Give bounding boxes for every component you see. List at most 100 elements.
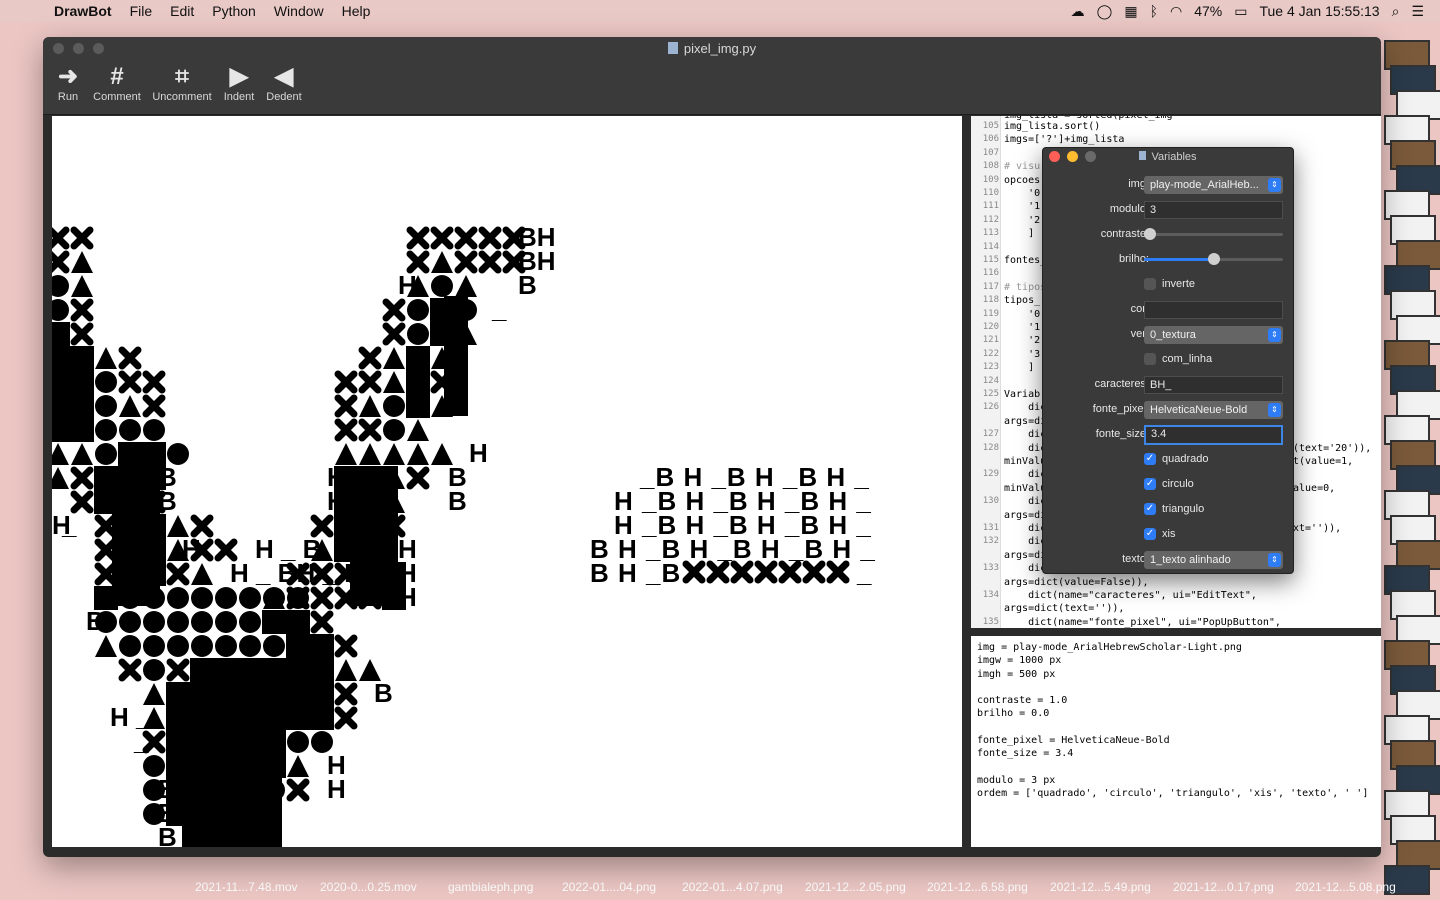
menu-edit[interactable]: Edit bbox=[170, 3, 194, 19]
code-line: # visu bbox=[1004, 161, 1041, 173]
checkbox-box[interactable]: ✓ bbox=[1144, 528, 1156, 540]
code-line: dic bbox=[1004, 563, 1047, 575]
pixel-square bbox=[286, 634, 310, 658]
desktop-file-label[interactable]: 2021-12...5.49.png bbox=[1050, 880, 1151, 894]
uncomment-button[interactable]: ⌗ Uncomment bbox=[149, 63, 215, 103]
pixel-xis bbox=[70, 322, 94, 346]
code-line: tipos_ bbox=[1004, 295, 1041, 307]
code-line: dic bbox=[1004, 469, 1047, 481]
slider-knob[interactable] bbox=[1207, 253, 1220, 265]
cor-field[interactable] bbox=[1144, 301, 1283, 319]
wifi-icon[interactable]: ◠ bbox=[1170, 3, 1182, 20]
menu-window[interactable]: Window bbox=[274, 3, 324, 19]
line-number: 131 bbox=[982, 523, 999, 533]
pixel-circle bbox=[119, 419, 141, 441]
com-linha-checkbox[interactable]: com_linha bbox=[1144, 351, 1212, 367]
pixel-xis bbox=[70, 490, 94, 514]
checkbox-box[interactable]: ✓ bbox=[1144, 453, 1156, 465]
circle-status-icon[interactable]: ◯ bbox=[1097, 3, 1113, 20]
contraste-slider[interactable] bbox=[1144, 225, 1283, 243]
indent-button[interactable]: ▶ Indent bbox=[219, 63, 259, 103]
desktop-file-label[interactable]: gambialeph.png bbox=[448, 880, 533, 894]
horizontal-split-divider[interactable] bbox=[971, 628, 1381, 636]
texto-popup[interactable]: 1_texto alinhado ⇕ bbox=[1144, 551, 1283, 569]
checkbox-box[interactable]: ✓ bbox=[1144, 503, 1156, 515]
pixel-xis bbox=[70, 298, 94, 322]
checkbox-box[interactable] bbox=[1144, 353, 1156, 365]
pixel-circle bbox=[407, 299, 429, 321]
pixel-text: H bbox=[327, 774, 346, 804]
code-line: dict(name="fonte_pixel", ui="PopUpButton… bbox=[1004, 616, 1281, 628]
brilho-slider[interactable] bbox=[1144, 250, 1283, 268]
spotlight-search-icon[interactable]: ⌕ bbox=[1392, 3, 1400, 20]
creative-cloud-icon[interactable]: ☁ bbox=[1071, 3, 1085, 20]
pixel-square bbox=[166, 682, 190, 706]
window-titlebar[interactable]: pixel_img.py ➜ Run # Comment ⌗ Uncomment… bbox=[43, 37, 1381, 115]
pixel-square bbox=[310, 658, 334, 682]
comment-button[interactable]: # Comment bbox=[89, 63, 145, 103]
slider-track bbox=[1144, 233, 1283, 236]
circulo-checkbox[interactable]: ✓ circulo bbox=[1144, 476, 1194, 492]
desktop-file-label[interactable]: 2022-01...4.07.png bbox=[682, 880, 783, 894]
pixel-triangle bbox=[335, 659, 357, 681]
desktop-file-label[interactable]: 2021-12...5.08.png bbox=[1295, 880, 1396, 894]
output-console[interactable]: img = play-mode_ArialHebrewScholar-Light… bbox=[971, 636, 1381, 847]
pixel-square bbox=[286, 658, 310, 682]
modulo-field[interactable]: 3 bbox=[1144, 201, 1283, 219]
calendar-status-icon[interactable]: ▦ bbox=[1124, 3, 1137, 20]
battery-icon[interactable]: ▭ bbox=[1234, 3, 1247, 20]
pixel-xis bbox=[454, 250, 478, 274]
inverte-checkbox[interactable]: inverte bbox=[1144, 276, 1195, 292]
checkbox-box[interactable]: ✓ bbox=[1144, 478, 1156, 490]
caracteres-field[interactable]: BH_ bbox=[1144, 376, 1283, 394]
img-popup[interactable]: play-mode_ArialHeb... ⇕ bbox=[1144, 176, 1283, 194]
fonte-size-field[interactable]: 3.4 bbox=[1144, 425, 1283, 445]
pixel-square bbox=[190, 682, 214, 706]
xis-checkbox[interactable]: ✓ xis bbox=[1144, 526, 1175, 542]
menu-help[interactable]: Help bbox=[342, 3, 371, 19]
texto-popup-value: 1_texto alinhado bbox=[1150, 554, 1231, 566]
pixel-xis bbox=[358, 418, 382, 442]
menu-app-name[interactable]: DrawBot bbox=[54, 3, 112, 19]
pixel-text: B bbox=[86, 606, 105, 636]
pixel-triangle bbox=[431, 251, 453, 273]
uncomment-hash-icon: ⌗ bbox=[175, 63, 189, 90]
menubar-clock[interactable]: Tue 4 Jan 15:55:13 bbox=[1259, 3, 1379, 19]
ver-popup[interactable]: 0_textura ⇕ bbox=[1144, 326, 1283, 344]
vertical-split-divider[interactable] bbox=[962, 116, 971, 847]
dedent-button[interactable]: ◀ Dedent bbox=[263, 63, 305, 103]
bluetooth-icon[interactable]: ᛒ bbox=[1150, 3, 1158, 19]
pixel-square bbox=[182, 716, 282, 847]
checkbox-box[interactable] bbox=[1144, 278, 1156, 290]
pixel-circle bbox=[287, 731, 309, 753]
pixel-xis bbox=[52, 250, 70, 274]
run-button[interactable]: ➜ Run bbox=[51, 63, 85, 103]
fonte-pixel-popup[interactable]: HelveticaNeue-Bold ⇕ bbox=[1144, 401, 1283, 419]
pixel-triangle bbox=[287, 755, 309, 777]
pixel-square bbox=[310, 634, 334, 658]
desktop-file-label[interactable]: 2022-01....04.png bbox=[562, 880, 656, 894]
pixel-xis bbox=[358, 370, 382, 394]
slider-knob[interactable] bbox=[1144, 228, 1156, 240]
code-line: '3 bbox=[1004, 348, 1041, 360]
menubar: DrawBot File Edit Python Window Help ☁ ◯… bbox=[0, 0, 1440, 22]
menu-python[interactable]: Python bbox=[212, 3, 256, 19]
line-number: 129 bbox=[982, 469, 999, 480]
code-line: '2 bbox=[1004, 214, 1041, 226]
pixel-xis bbox=[190, 514, 214, 538]
desktop-file-label[interactable]: 2020-0...0.25.mov bbox=[320, 880, 417, 894]
pixel-triangle bbox=[95, 635, 117, 657]
popup-chevron-icon: ⇕ bbox=[1268, 328, 1281, 342]
line-number: 118 bbox=[982, 295, 999, 306]
drawing-canvas[interactable]: BH BH H B _ H B B B B H H H H _ BH _ BH _ BHHHBBH _ _ H… bbox=[52, 116, 962, 847]
desktop-file-label[interactable]: 2021-12...6.58.png bbox=[927, 880, 1028, 894]
menu-file[interactable]: File bbox=[130, 3, 153, 19]
desktop-file-label[interactable]: 2021-12...0.17.png bbox=[1173, 880, 1274, 894]
quadrado-checkbox[interactable]: ✓ quadrado bbox=[1144, 451, 1209, 467]
control-center-icon[interactable]: ☰ bbox=[1411, 3, 1424, 20]
triangulo-checkbox[interactable]: ✓ triangulo bbox=[1144, 501, 1204, 517]
desktop-file-label[interactable]: 2021-12...2.05.png bbox=[805, 880, 906, 894]
pixel-circle bbox=[143, 659, 165, 681]
desktop-file-label[interactable]: 2021-11...7.48.mov bbox=[195, 880, 298, 894]
pixel-xis bbox=[310, 514, 334, 538]
